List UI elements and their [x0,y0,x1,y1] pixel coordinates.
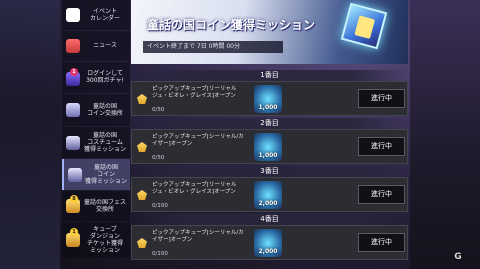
mission-header: 1番目 [131,70,408,81]
sidebar-item-label: 童話の国 コイン交換所 [86,103,123,117]
mission-progress: 0/100 [152,251,168,257]
watermark-logo-icon: G [454,252,462,262]
mission-header: 3番目 [131,166,408,177]
mission-body: ピックアップキューブ[シーリャル/カ イザー]オープン 0/50 1,000 進… [131,129,408,164]
sidebar-item-label: 童話の国 コイン 獲得ミッション [84,164,127,185]
sidebar-item-label: イベント カレンダー [89,8,120,22]
sidebar-item-login-gacha[interactable]: 1 ログインして 300回ガチャ! [62,62,130,93]
calendar-icon [66,8,80,22]
mission-header: 2番目 [131,118,408,129]
sidebar-item-coin-mission[interactable]: 童話の国 コイン 獲得ミッション [62,159,130,190]
reward-cube-icon: 2,000 [254,181,282,209]
sidebar-item-label: キューブ ダンジョン チケット獲得 ミッション [86,226,123,254]
mission-header: 4番目 [131,214,408,225]
mission-description: ピックアップキューブ[シーリャル/カ イザー]オープン [152,134,244,147]
reward-cube-icon: 1,000 [254,133,282,161]
coin-icon [68,168,82,182]
banner-title: 童話の国コイン獲得ミッション [147,18,316,32]
trophy-icon [137,238,147,248]
reward-amount: 1,000 [258,152,278,159]
trophy-icon [137,190,147,200]
mission-item: 1番目 ピックアップキューブ[リーリャル ジュ・ビオレ・グレイス]オープン 0/… [131,70,408,116]
notification-badge: 8 [70,195,78,203]
cube-icon [340,2,388,50]
trophy-icon [137,94,147,104]
reward-cube-icon: 1,000 [254,85,282,113]
notification-badge: 1 [70,68,78,76]
reward-amount: 2,000 [258,200,278,207]
sidebar-item-label: 童話の国フェス 交換所 [83,199,126,213]
mission-body: ピックアップキューブ[リーリャル ジュ・ビオレ・グレイス]オープン 0/50 1… [131,81,408,116]
mission-progress: 0/50 [152,155,165,161]
reward-cube-icon: 2,000 [254,229,282,257]
mission-progress: 0/100 [152,203,168,209]
sidebar-item-label: ログインして 300回ガチャ! [86,70,124,84]
mission-item: 3番目 ピックアップキューブ[リーリャル ジュ・ビオレ・グレイス]オープン 0/… [131,166,408,212]
mission-description: ピックアップキューブ[シーリャル/カ イザー]オープン [152,230,244,243]
costume-icon [66,136,80,150]
mission-body: ピックアップキューブ[リーリャル ジュ・ビオレ・グレイス]オープン 0/100 … [131,177,408,212]
sidebar-item-label: 童話の国 コスチューム 獲得ミッション [83,132,126,153]
cube-core [354,15,376,39]
mission-progress: 0/50 [152,107,165,113]
mission-item: 2番目 ピックアップキューブ[シーリャル/カ イザー]オープン 0/50 1,0… [131,118,408,164]
mission-body: ピックアップキューブ[シーリャル/カ イザー]オープン 0/100 2,000 … [131,225,408,260]
mission-description: ピックアップキューブ[リーリャル ジュ・ビオレ・グレイス]オープン [152,182,237,195]
notification-badge: 1 [70,228,78,236]
exchange-icon [66,103,80,117]
reward-amount: 2,000 [258,248,278,255]
in-progress-button[interactable]: 進行中 [358,137,405,156]
in-progress-button[interactable]: 進行中 [358,185,405,204]
in-progress-button[interactable]: 進行中 [358,233,405,252]
sidebar-item-coin-exchange[interactable]: 童話の国 コイン交換所 [62,94,130,126]
event-banner: 童話の国コイン獲得ミッション イベント終了まで 7日 0時間 00分 [131,0,408,64]
in-progress-button[interactable]: 進行中 [358,89,405,108]
mission-description: ピックアップキューブ[リーリャル ジュ・ビオレ・グレイス]オープン [152,86,237,99]
sidebar-item-news[interactable]: ニュース [62,31,130,61]
background-left-panel [0,0,60,269]
sidebar-item-event-calendar[interactable]: イベント カレンダー [62,0,130,30]
sidebar-item-costume-mission[interactable]: 童話の国 コスチューム 獲得ミッション [62,127,130,158]
sidebar: イベント カレンダー ニュース 1 ログインして 300回ガチャ! 童話の国 コ… [62,0,130,269]
background-right-panel [410,0,480,269]
sidebar-item-label: ニュース [93,42,117,49]
mission-item: 4番目 ピックアップキューブ[シーリャル/カ イザー]オープン 0/100 2,… [131,214,408,260]
reward-amount: 1,000 [258,104,278,111]
sidebar-item-cube-dungeon-mission[interactable]: 1 キューブ ダンジョン チケット獲得 ミッション [62,222,130,258]
event-countdown: イベント終了まで 7日 0時間 00分 [143,41,283,53]
news-icon [66,39,80,53]
sidebar-item-fes-exchange[interactable]: 8 童話の国フェス 交換所 [62,191,130,221]
trophy-icon [137,142,147,152]
